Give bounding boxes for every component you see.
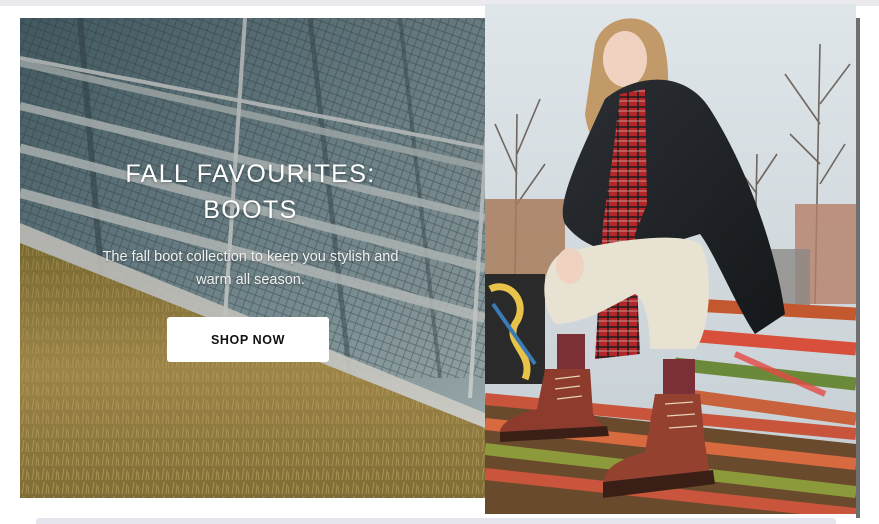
- hero-text-panel[interactable]: FALL FAVOURITES: BOOTS The fall boot col…: [20, 18, 485, 498]
- hero-title: FALL FAVOURITES: BOOTS: [68, 156, 433, 228]
- shop-now-button[interactable]: SHOP NOW: [167, 317, 329, 362]
- hero-title-line1: FALL FAVOURITES:: [125, 160, 376, 188]
- right-edge: [856, 18, 860, 518]
- woman-boots-bench-photo: [485, 4, 856, 514]
- hero-photo-panel[interactable]: [485, 4, 856, 514]
- next-section-edge: [36, 518, 836, 524]
- hero-title-line2: BOOTS: [203, 196, 298, 224]
- promo-banner: FALL FAVOURITES: BOOTS The fall boot col…: [0, 0, 879, 524]
- hero-subtitle: The fall boot collection to keep you sty…: [102, 249, 399, 288]
